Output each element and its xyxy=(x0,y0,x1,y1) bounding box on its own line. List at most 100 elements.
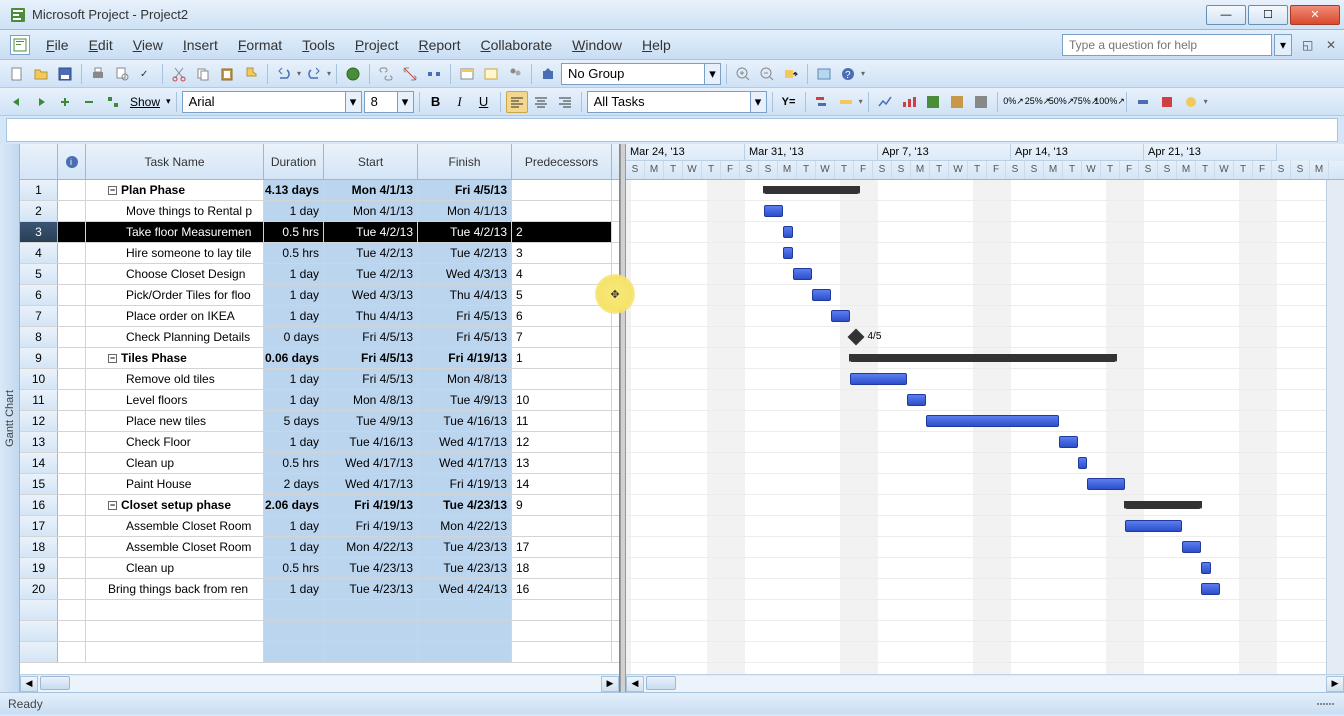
minimize-button[interactable]: — xyxy=(1206,5,1246,25)
menu-tools[interactable]: Tools xyxy=(292,33,345,57)
publish-icon[interactable] xyxy=(537,63,559,85)
print-icon[interactable] xyxy=(87,63,109,85)
grid-hscroll[interactable]: ◀▶ xyxy=(20,674,619,692)
indent-right-icon[interactable] xyxy=(30,91,52,113)
outdent-left-icon[interactable] xyxy=(6,91,28,113)
link-tasks-icon[interactable] xyxy=(375,63,397,85)
task-info-icon[interactable] xyxy=(456,63,478,85)
chart3-icon[interactable] xyxy=(922,91,944,113)
menu-format[interactable]: Format xyxy=(228,33,292,57)
chart5-icon[interactable] xyxy=(970,91,992,113)
task-row[interactable]: 17Assemble Closet Room1 dayFri 4/19/13Mo… xyxy=(20,516,619,537)
align-center-icon[interactable] xyxy=(530,91,552,113)
task-row[interactable]: 10Remove old tiles1 dayFri 4/5/13Mon 4/8… xyxy=(20,369,619,390)
gantt-hscroll[interactable]: ◀▶ xyxy=(626,674,1344,692)
reschedule-icon[interactable] xyxy=(1156,91,1178,113)
maximize-button[interactable]: ☐ xyxy=(1248,5,1288,25)
grid-body[interactable]: 1−Plan Phase4.13 daysMon 4/1/13Fri 4/5/1… xyxy=(20,180,619,674)
pct100-icon[interactable]: 100%↗ xyxy=(1099,91,1121,113)
show-subtasks-icon[interactable] xyxy=(102,91,124,113)
format-painter-icon[interactable] xyxy=(240,63,262,85)
pct75-icon[interactable]: 75%↗ xyxy=(1075,91,1097,113)
task-row[interactable]: 7Place order on IKEA1 dayThu 4/4/13Fri 4… xyxy=(20,306,619,327)
spell-check-icon[interactable]: ✓ xyxy=(135,63,157,85)
copy-icon[interactable] xyxy=(192,63,214,85)
resize-grip[interactable] xyxy=(1315,701,1336,707)
project-doc-icon[interactable] xyxy=(10,35,30,55)
task-row[interactable]: 1−Plan Phase4.13 daysMon 4/1/13Fri 4/5/1… xyxy=(20,180,619,201)
show-plus-icon[interactable] xyxy=(54,91,76,113)
cut-icon[interactable] xyxy=(168,63,190,85)
task-row[interactable]: 4Hire someone to lay tile0.5 hrsTue 4/2/… xyxy=(20,243,619,264)
indicators-col[interactable]: i xyxy=(58,144,86,179)
menu-report[interactable]: Report xyxy=(408,33,470,57)
predecessors-col[interactable]: Predecessors xyxy=(512,144,612,179)
finish-col[interactable]: Finish xyxy=(418,144,512,179)
font-combo[interactable]: Arial▾ xyxy=(182,91,362,113)
undo-icon[interactable] xyxy=(273,63,295,85)
task-row[interactable]: 16−Closet setup phase2.06 daysFri 4/19/1… xyxy=(20,495,619,516)
italic-icon[interactable]: I xyxy=(449,91,471,113)
pct0-icon[interactable]: 0%↗ xyxy=(1003,91,1025,113)
task-row[interactable]: 12Place new tiles5 daysTue 4/9/13Tue 4/1… xyxy=(20,411,619,432)
split-task-icon[interactable] xyxy=(423,63,445,85)
unlink-tasks-icon[interactable] xyxy=(399,63,421,85)
hyperlink-icon[interactable] xyxy=(342,63,364,85)
menu-insert[interactable]: Insert xyxy=(173,33,228,57)
open-icon[interactable] xyxy=(30,63,52,85)
align-right-icon[interactable] xyxy=(554,91,576,113)
close-document-icon[interactable]: ✕ xyxy=(1326,38,1340,52)
redo-icon[interactable] xyxy=(303,63,325,85)
print-preview-icon[interactable] xyxy=(111,63,133,85)
pct25-icon[interactable]: 25%↗ xyxy=(1027,91,1049,113)
row-header-col[interactable] xyxy=(20,144,58,179)
chart1-icon[interactable] xyxy=(874,91,896,113)
close-button[interactable]: ✕ xyxy=(1290,5,1340,25)
chart2-icon[interactable] xyxy=(898,91,920,113)
pct50-icon[interactable]: 50%↗ xyxy=(1051,91,1073,113)
paste-icon[interactable] xyxy=(216,63,238,85)
goto-task-icon[interactable] xyxy=(780,63,802,85)
task-notes-icon[interactable] xyxy=(480,63,502,85)
entry-bar[interactable] xyxy=(6,118,1338,142)
task-row[interactable]: 13Check Floor1 dayTue 4/16/13Wed 4/17/13… xyxy=(20,432,619,453)
task-row[interactable]: 6Pick/Order Tiles for floo1 dayWed 4/3/1… xyxy=(20,285,619,306)
hide-minus-icon[interactable] xyxy=(78,91,100,113)
collab-toolbar-icon[interactable] xyxy=(1180,91,1202,113)
restore-window-icon[interactable]: ◱ xyxy=(1302,38,1316,52)
font-size-combo[interactable]: 8▾ xyxy=(364,91,414,113)
view-tab-gantt[interactable]: Gantt Chart xyxy=(0,144,20,692)
task-row[interactable]: 15Paint House2 daysWed 4/17/13Fri 4/19/1… xyxy=(20,474,619,495)
tracking-gantt-icon[interactable] xyxy=(811,91,833,113)
task-row[interactable]: 5Choose Closet Design1 dayTue 4/2/13Wed … xyxy=(20,264,619,285)
save-icon[interactable] xyxy=(54,63,76,85)
gantt-body[interactable]: 4/5 xyxy=(626,180,1344,674)
assign-resources-icon[interactable] xyxy=(504,63,526,85)
filter-combo[interactable]: All Tasks▾ xyxy=(587,91,767,113)
start-col[interactable]: Start xyxy=(324,144,418,179)
task-row[interactable]: 11Level floors1 dayMon 4/8/13Tue 4/9/131… xyxy=(20,390,619,411)
bold-icon[interactable]: B xyxy=(425,91,447,113)
task-row[interactable]: 18Assemble Closet Room1 dayMon 4/22/13Tu… xyxy=(20,537,619,558)
help-icon[interactable]: ? xyxy=(837,63,859,85)
task-row[interactable]: 19Clean up0.5 hrsTue 4/23/13Tue 4/23/131… xyxy=(20,558,619,579)
new-icon[interactable] xyxy=(6,63,28,85)
task-row[interactable]: 9−Tiles Phase0.06 daysFri 4/5/13Fri 4/19… xyxy=(20,348,619,369)
menu-collaborate[interactable]: Collaborate xyxy=(471,33,563,57)
align-left-icon[interactable] xyxy=(506,91,528,113)
task-name-col[interactable]: Task Name xyxy=(86,144,264,179)
zoom-out-icon[interactable] xyxy=(756,63,778,85)
help-search-input[interactable] xyxy=(1062,34,1272,56)
help-search-dropdown[interactable]: ▾ xyxy=(1274,34,1292,56)
duration-col[interactable]: Duration xyxy=(264,144,324,179)
task-row[interactable]: 8Check Planning Details0 daysFri 4/5/13F… xyxy=(20,327,619,348)
copy-picture-icon[interactable] xyxy=(813,63,835,85)
group-combo[interactable]: No Group▾ xyxy=(561,63,721,85)
zoom-in-icon[interactable] xyxy=(732,63,754,85)
task-drivers-icon[interactable] xyxy=(835,91,857,113)
task-row[interactable]: 20Bring things back from ren1 dayTue 4/2… xyxy=(20,579,619,600)
task-row[interactable]: 2Move things to Rental p1 dayMon 4/1/13M… xyxy=(20,201,619,222)
task-row[interactable]: 3Take floor Measuremen0.5 hrsTue 4/2/13T… xyxy=(20,222,619,243)
menu-help[interactable]: Help xyxy=(632,33,681,57)
task-row[interactable]: 14Clean up0.5 hrsWed 4/17/13Wed 4/17/131… xyxy=(20,453,619,474)
